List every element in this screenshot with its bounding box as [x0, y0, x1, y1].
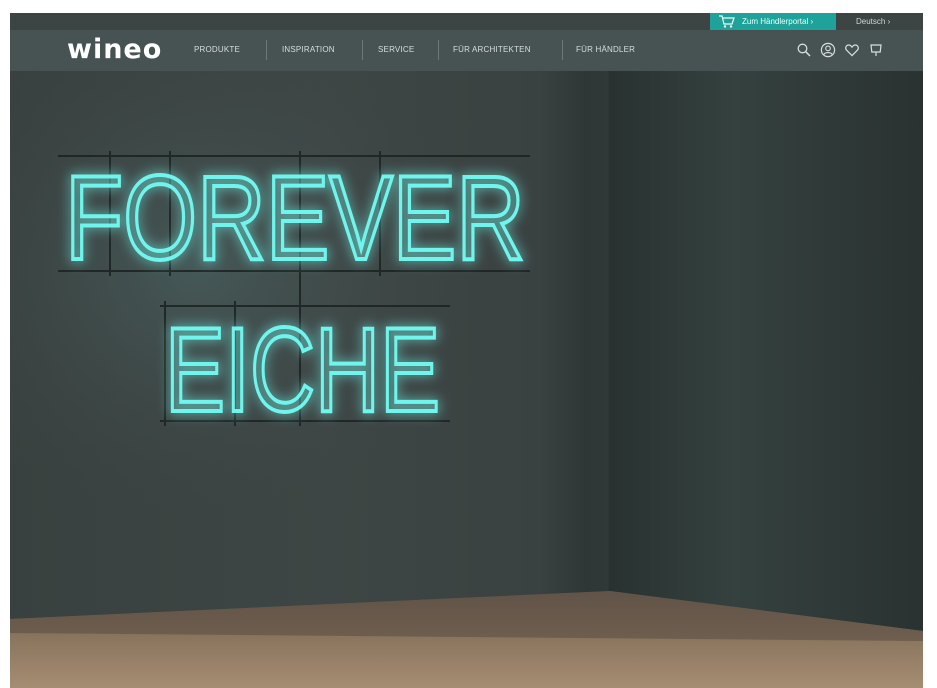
user-icon[interactable]	[820, 42, 836, 58]
nav-item-fuer-architekten[interactable]: FÜR ARCHITEKTEN	[453, 43, 531, 57]
cart-icon[interactable]	[868, 42, 884, 58]
nav-divider	[266, 40, 267, 60]
language-selector[interactable]: Deutsch ›	[856, 13, 890, 30]
nav-item-produkte[interactable]: PRODUKTE	[194, 43, 240, 57]
shopping-cart-icon	[719, 15, 735, 28]
nav-item-inspiration[interactable]: INSPIRATION	[282, 43, 335, 57]
page-frame: Zum Händlerportal › Deutsch › wineo PROD…	[10, 13, 923, 688]
hero-image: FOREVER EICHE	[10, 71, 923, 688]
search-icon[interactable]	[796, 42, 812, 58]
dealer-portal-button[interactable]: Zum Händlerportal ›	[710, 13, 836, 30]
hero-scene: FOREVER EICHE	[10, 71, 923, 688]
nav-divider	[562, 40, 563, 60]
utility-bar: Zum Händlerportal › Deutsch ›	[10, 13, 923, 30]
nav-divider	[362, 40, 363, 60]
heart-icon[interactable]	[844, 42, 860, 58]
nav-item-service[interactable]: SERVICE	[378, 43, 414, 57]
neon-line-eiche: EICHE	[165, 303, 440, 437]
wineo-logo[interactable]: wineo	[67, 35, 162, 65]
main-navigation: wineo PRODUKTE INSPIRATION SERVICE FÜR A…	[10, 30, 923, 72]
dealer-portal-label: Zum Händlerportal ›	[742, 17, 814, 26]
neon-line-forever: FOREVER	[65, 151, 525, 285]
nav-divider	[438, 40, 439, 60]
nav-item-fuer-haendler[interactable]: FÜR HÄNDLER	[576, 43, 635, 57]
